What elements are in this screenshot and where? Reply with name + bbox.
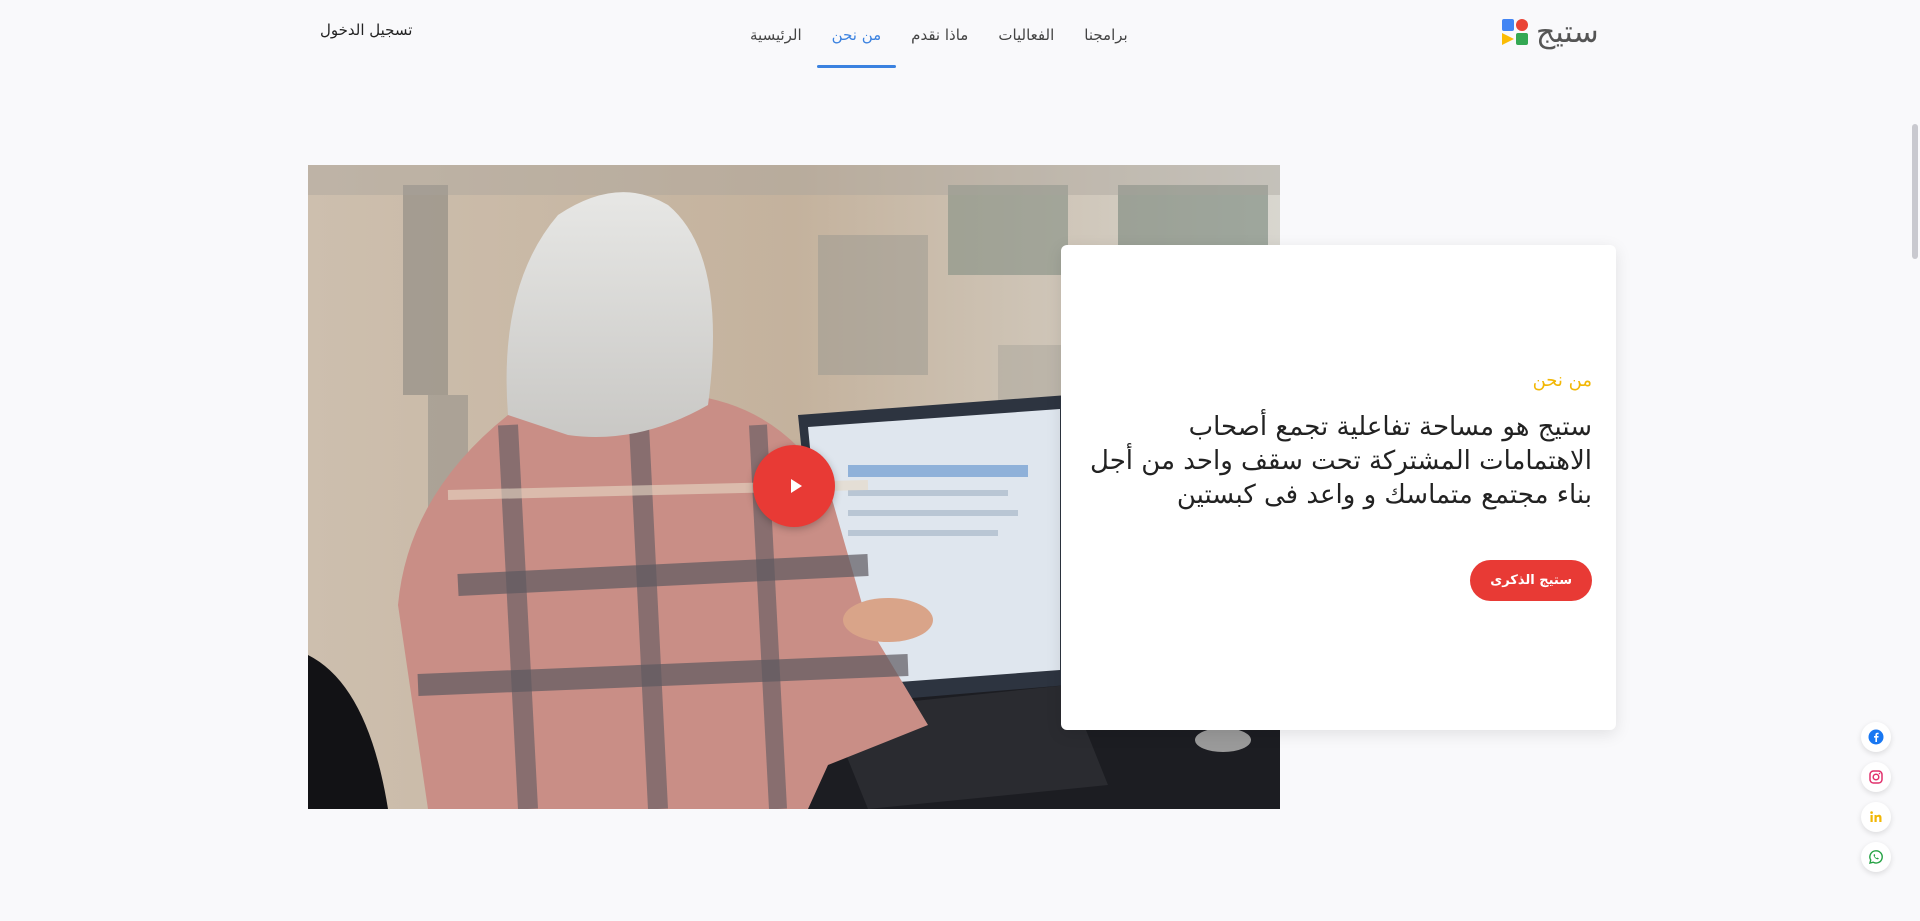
- about-eyebrow: من نحن: [1532, 370, 1592, 391]
- about-heading: ستيج هو مساحة تفاعلية تجمع أصحاب الاهتما…: [1090, 412, 1592, 510]
- linkedin-icon: [1870, 811, 1882, 822]
- main-nav: برامجنا الفعاليات ماذا نقدم من نحن الرئي…: [735, 0, 1143, 70]
- facebook-button[interactable]: [1861, 722, 1891, 752]
- logo-mark-icon: [1500, 17, 1530, 47]
- nav-item-services[interactable]: ماذا نقدم: [896, 0, 983, 70]
- linkedin-button[interactable]: [1861, 802, 1891, 832]
- logo-text: ستيج: [1536, 14, 1599, 50]
- site-header: ستيج برامجنا الفعاليات ماذا نقدم من نحن …: [0, 0, 1920, 70]
- login-link[interactable]: تسجيل الدخول: [320, 21, 412, 39]
- play-video-button[interactable]: [753, 445, 835, 527]
- nav-item-home[interactable]: الرئيسية: [735, 0, 817, 70]
- whatsapp-icon: [1869, 850, 1883, 864]
- play-icon: [790, 479, 802, 493]
- logo[interactable]: ستيج: [1500, 14, 1610, 50]
- instagram-icon: [1869, 770, 1883, 784]
- facebook-icon: [1868, 729, 1884, 745]
- nav-item-events[interactable]: الفعاليات: [983, 0, 1069, 70]
- page: ستيج برامجنا الفعاليات ماذا نقدم من نحن …: [0, 0, 1920, 921]
- stage-memory-button[interactable]: ستيج الذكرى: [1470, 560, 1592, 601]
- about-card: من نحن ستيج هو مساحة تفاعلية تجمع أصحاب …: [1061, 245, 1616, 730]
- nav-item-about[interactable]: من نحن: [816, 0, 897, 70]
- whatsapp-button[interactable]: [1861, 842, 1891, 872]
- nav-item-programs[interactable]: برامجنا: [1069, 0, 1142, 70]
- instagram-button[interactable]: [1861, 762, 1891, 792]
- scrollbar-thumb[interactable]: [1912, 124, 1918, 259]
